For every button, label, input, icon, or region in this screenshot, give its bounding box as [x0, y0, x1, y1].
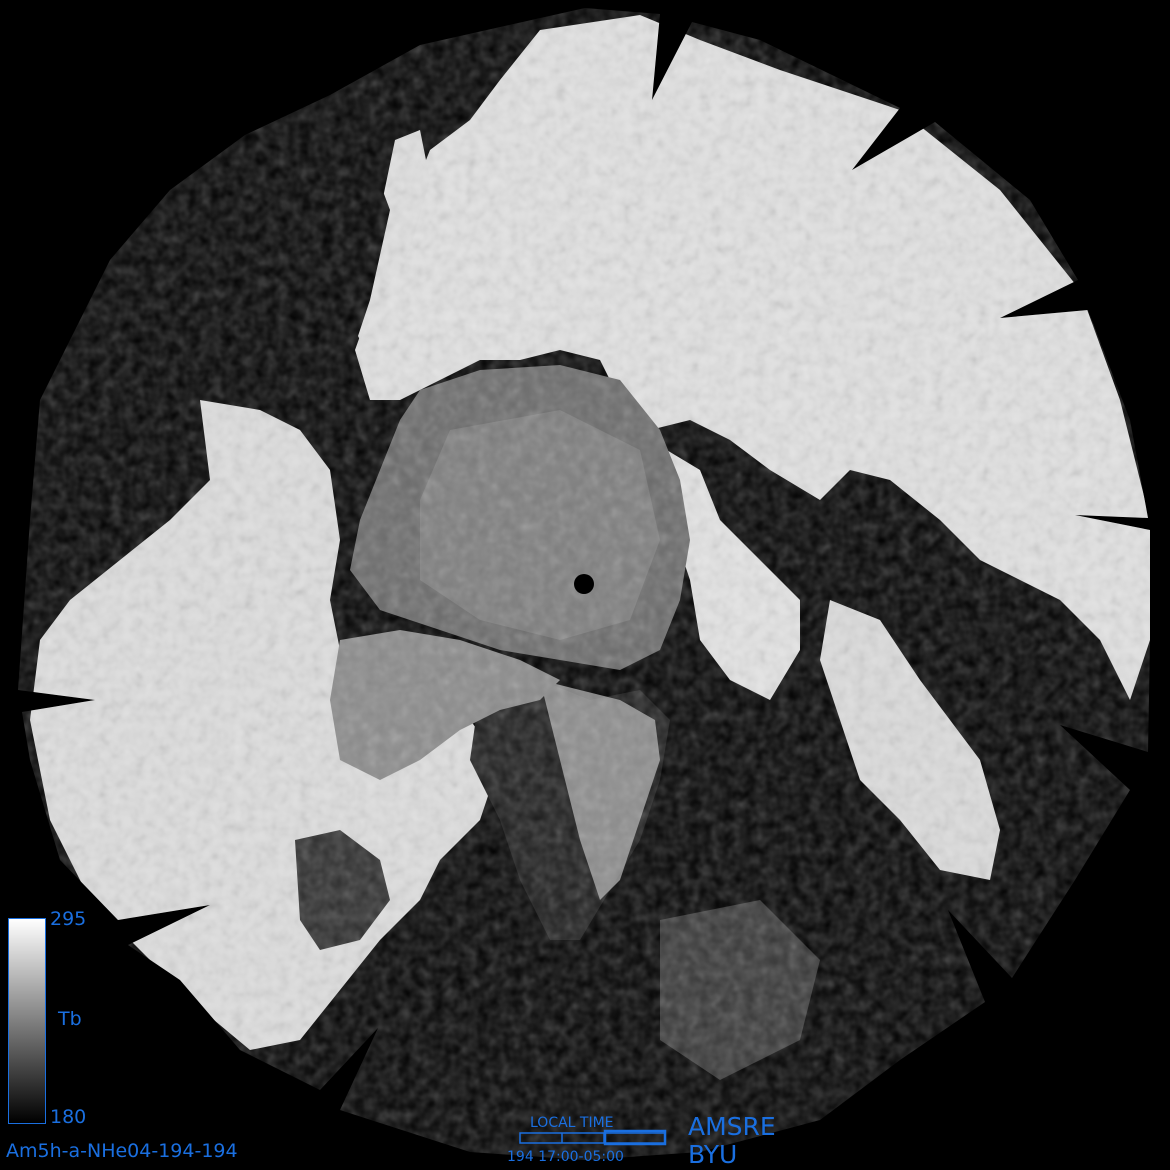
- colorbar-max-label: 295: [50, 908, 87, 930]
- institution-label: BYU: [688, 1140, 738, 1169]
- colorbar: [8, 918, 46, 1124]
- pole-hole: [574, 574, 594, 594]
- sensor-label: AMSRE: [688, 1112, 776, 1141]
- local-time-title: LOCAL TIME: [530, 1115, 614, 1131]
- colorbar-quantity-label: Tb: [58, 1008, 82, 1030]
- polar-brightness-map: [18, 8, 1150, 1160]
- colorbar-min-label: 180: [50, 1106, 87, 1128]
- product-id: Am5h-a-NHe04-194-194: [6, 1140, 238, 1162]
- local-time-range: 194 17:00-05:00: [507, 1149, 624, 1165]
